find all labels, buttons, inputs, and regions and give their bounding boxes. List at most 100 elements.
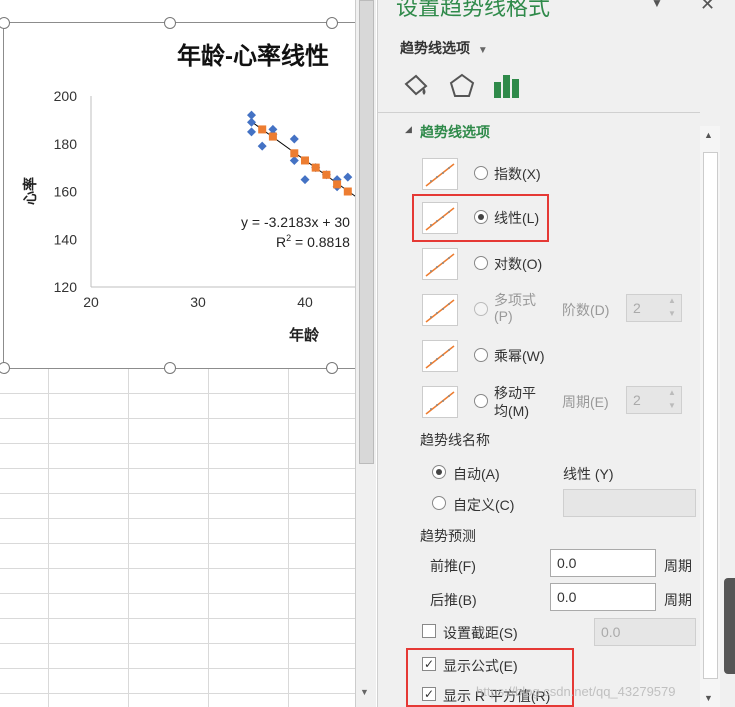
polynomial-trend-thumbnail-icon: [422, 294, 458, 326]
pane-vertical-scrollbar[interactable]: ▲ ▼: [700, 126, 720, 707]
forecast-heading: 趋势预测: [420, 528, 476, 544]
moving-average-label[interactable]: 移动平 均(M): [494, 384, 536, 420]
y-tick-label: 140: [54, 231, 78, 247]
power-radio[interactable]: [474, 348, 488, 362]
divider: [378, 112, 700, 113]
trendline-type-logarithmic[interactable]: 对数(O): [422, 248, 562, 282]
backward-unit: 周期: [664, 592, 692, 608]
fill-line-tab-paint-bucket-icon[interactable]: [402, 72, 430, 100]
x-tick-label: 40: [297, 294, 313, 310]
data-point-diamond[interactable]: [247, 127, 256, 137]
trendline-options-dropdown-label: 趋势线选项: [400, 40, 470, 56]
auto-name-radio[interactable]: [432, 465, 446, 479]
data-point-square[interactable]: [268, 132, 277, 141]
grid-line: [0, 493, 355, 494]
exponential-radio[interactable]: [474, 166, 488, 180]
custom-name-label[interactable]: 自定义(C): [453, 495, 514, 515]
resize-handle[interactable]: [164, 17, 176, 29]
grid-line: [288, 368, 289, 707]
data-point-diamond[interactable]: [343, 172, 353, 182]
x-tick-label: 30: [190, 294, 206, 310]
forward-unit: 周期: [664, 558, 692, 574]
data-point-square[interactable]: [311, 163, 320, 172]
order-stepper-icon[interactable]: ▲ ▼: [666, 294, 678, 322]
grid-line: [0, 618, 355, 619]
pane-title: 设置趋势线格式: [396, 0, 551, 20]
forward-input[interactable]: 0.0: [550, 549, 656, 577]
y-axis-label: 心率: [22, 177, 38, 205]
sheet-vertical-scrollbar[interactable]: ▼: [355, 0, 376, 707]
grid-line: [0, 518, 355, 519]
grid-line: [128, 368, 129, 707]
scroll-down-arrow-icon[interactable]: ▼: [704, 693, 713, 703]
trendline-type-polynomial[interactable]: 多项式 (P): [422, 292, 562, 328]
pane-scrollbar-thumb[interactable]: [703, 152, 718, 679]
custom-name-radio[interactable]: [432, 496, 446, 510]
resize-handle[interactable]: [326, 362, 338, 374]
forward-label: 前推(F): [430, 558, 476, 574]
power-trend-thumbnail-icon: [422, 340, 458, 372]
scrollbar-thumb[interactable]: [359, 0, 374, 464]
intercept-input[interactable]: 0.0: [594, 618, 696, 646]
logarithmic-label[interactable]: 对数(O): [494, 254, 542, 274]
backward-label: 后推(B): [430, 592, 477, 608]
order-label: 阶数(D): [562, 302, 610, 318]
grid-line: [0, 443, 355, 444]
watermark: https://blog.csdn.net/qq_43279579: [476, 684, 676, 699]
trendline-equation: y = -3.2183x + 30: [241, 214, 350, 230]
data-point-square[interactable]: [343, 187, 352, 196]
y-tick-label: 180: [54, 136, 78, 152]
scroll-down-arrow-icon[interactable]: ▼: [360, 687, 369, 697]
data-point-diamond[interactable]: [247, 117, 256, 127]
data-point-diamond[interactable]: [289, 155, 299, 165]
data-point-diamond[interactable]: [257, 141, 267, 151]
moving-average-radio[interactable]: [474, 394, 488, 408]
data-point-square[interactable]: [333, 180, 342, 189]
spreadsheet-grid[interactable]: 年龄-心率线性 心率 年龄 120 140 160 180 200 20 30 40 y = …: [0, 0, 355, 707]
set-intercept-checkbox[interactable]: [422, 624, 436, 638]
trendline-type-moving-average[interactable]: 移动平 均(M): [422, 384, 562, 420]
backward-input[interactable]: 0.0: [550, 583, 656, 611]
y-tick-label: 160: [54, 184, 78, 200]
side-panel-tab[interactable]: [724, 578, 735, 674]
chart-area[interactable]: 年龄-心率线性 心率 年龄 120 140 160 180 200 20 30 40 y = …: [0, 17, 355, 374]
collapse-triangle-icon[interactable]: ◢: [405, 124, 412, 135]
power-label[interactable]: 乘幂(W): [494, 346, 545, 366]
logarithmic-trend-thumbnail-icon: [422, 248, 458, 280]
effects-tab-pentagon-icon[interactable]: [448, 72, 476, 100]
chart-title: 年龄-心率线性: [177, 42, 329, 70]
exponential-label[interactable]: 指数(X): [494, 164, 541, 184]
data-point-square[interactable]: [301, 156, 309, 165]
scatter-chart: 年龄-心率线性 心率 年龄 120 140 160 180 200 20 30 40 y = …: [22, 42, 355, 344]
data-point-diamond[interactable]: [289, 134, 299, 144]
set-intercept-label[interactable]: 设置截距(S): [443, 623, 518, 643]
resize-handle[interactable]: [0, 362, 10, 374]
grid-line: [0, 468, 355, 469]
section-header-trendline-options[interactable]: 趋势线选项: [420, 122, 490, 142]
y-tick-label: 120: [54, 279, 78, 295]
trendline-type-power[interactable]: 乘幂(W): [422, 340, 562, 374]
y-tick-label: 200: [54, 88, 78, 104]
auto-name-label[interactable]: 自动(A): [453, 464, 500, 484]
data-point-square[interactable]: [322, 170, 331, 179]
data-point-square[interactable]: [290, 149, 299, 158]
data-point-square[interactable]: [258, 125, 267, 134]
resize-handle[interactable]: [164, 362, 176, 374]
highlight-linear-box: [412, 194, 549, 242]
resize-handle[interactable]: [326, 17, 338, 29]
polynomial-label[interactable]: 多项式 (P): [494, 292, 536, 324]
trendline-options-tab-bar-chart-icon[interactable]: [492, 72, 522, 100]
grid-line: [0, 593, 355, 594]
polynomial-radio[interactable]: [474, 302, 488, 316]
x-tick-label: 20: [83, 294, 99, 310]
close-icon[interactable]: ✕: [700, 0, 715, 15]
logarithmic-radio[interactable]: [474, 256, 488, 270]
trendline-options-dropdown[interactable]: 趋势线选项 ▼: [400, 38, 488, 58]
data-point-diamond[interactable]: [300, 175, 310, 185]
custom-name-input[interactable]: [563, 489, 696, 517]
trendline-type-exponential[interactable]: 指数(X): [422, 158, 562, 192]
pane-options-chevron-icon[interactable]: ▼: [651, 0, 663, 10]
period-stepper-icon[interactable]: ▲ ▼: [666, 386, 678, 414]
scroll-up-arrow-icon[interactable]: ▲: [704, 130, 713, 140]
trendline-r-squared: R2 = 0.8818: [276, 233, 350, 250]
